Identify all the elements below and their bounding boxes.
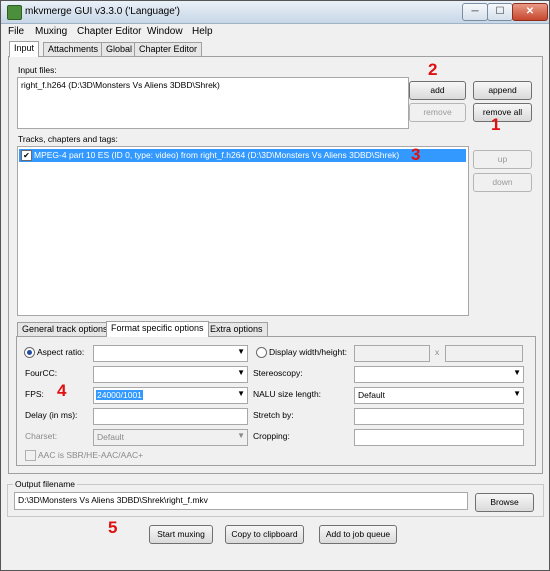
window-title: mkvmerge GUI v3.3.0 ('Language') [25,6,180,17]
remove-all-button[interactable]: remove all [473,103,532,122]
track-item-label: MPEG-4 part 10 ES (ID 0, type: video) fr… [34,150,400,160]
input-files-list[interactable]: right_f.h264 (D:\3D\Monsters Vs Aliens 3… [17,77,409,129]
down-button[interactable]: down [473,173,532,192]
menu-bar: File Muxing Chapter Editor Window Help [1,24,549,39]
append-button[interactable]: append [473,81,532,100]
minimize-button[interactable]: ─ [462,3,488,21]
display-x-separator: x [435,347,440,357]
fps-value: 24000/1001 [96,390,143,400]
tab-global[interactable]: Global [101,42,138,56]
maximize-button[interactable]: ☐ [487,3,513,21]
fourcc-label: FourCC: [25,368,58,378]
tab-extra-options[interactable]: Extra options [205,322,268,336]
fps-combo[interactable]: 24000/1001 ▼ [93,387,248,404]
tracks-label: Tracks, chapters and tags: [18,134,118,144]
fps-label: FPS: [25,389,44,399]
menu-chapter-editor[interactable]: Chapter Editor [77,26,141,37]
dropdown-icon: ▼ [237,347,245,356]
input-tab-panel: Input files: right_f.h264 (D:\3D\Monster… [8,56,543,474]
add-button[interactable]: add [409,81,466,100]
menu-muxing[interactable]: Muxing [35,26,67,37]
charset-value: Default [97,432,124,442]
display-wh-label: Display width/height: [269,347,347,357]
stereoscopy-combo[interactable]: ▼ [354,366,524,383]
aac-sbr-checkbox[interactable] [25,450,36,461]
output-filename-label: Output filename [13,479,78,489]
display-width-field[interactable] [354,345,430,362]
close-button[interactable]: ✕ [512,3,548,21]
input-file-item[interactable]: right_f.h264 (D:\3D\Monsters Vs Aliens 3… [21,80,220,90]
annotation-4: 4 [57,381,67,400]
tab-general-track-options[interactable]: General track options [17,322,113,336]
cropping-label: Cropping: [253,431,290,441]
up-button[interactable]: up [473,150,532,169]
nalu-size-combo[interactable]: Default ▼ [354,387,524,404]
output-filename-field[interactable]: D:\3D\Monsters Vs Aliens 3DBD\Shrek\righ… [14,492,468,510]
display-height-field[interactable] [445,345,523,362]
delay-field[interactable] [93,408,248,425]
tracks-list[interactable]: ✔ MPEG-4 part 10 ES (ID 0, type: video) … [17,146,469,316]
dropdown-icon: ▼ [237,389,245,398]
tab-chapter-editor[interactable]: Chapter Editor [134,42,203,56]
fourcc-combo[interactable]: ▼ [93,366,248,383]
dropdown-icon: ▼ [513,368,521,377]
annotation-2: 2 [428,60,438,79]
browse-button[interactable]: Browse [475,493,534,512]
tab-attachments[interactable]: Attachments [43,42,104,56]
delay-label: Delay (in ms): [25,410,78,420]
output-filename-value: D:\3D\Monsters Vs Aliens 3DBD\Shrek\righ… [18,495,208,505]
format-options-panel: Aspect ratio: ▼ Display width/height: x … [16,336,536,466]
app-icon [7,5,22,20]
dropdown-icon: ▼ [513,389,521,398]
annotation-3: 3 [411,145,421,164]
menu-help[interactable]: Help [192,26,213,37]
annotation-1: 1 [491,115,501,134]
charset-combo[interactable]: Default ▼ [93,429,248,446]
copy-to-clipboard-button[interactable]: Copy to clipboard [225,525,304,544]
input-files-label: Input files: [18,65,57,75]
stretch-field[interactable] [354,408,524,425]
menu-window[interactable]: Window [147,26,183,37]
aspect-ratio-label: Aspect ratio: [37,347,85,357]
track-checkbox[interactable]: ✔ [21,150,32,161]
title-bar: mkvmerge GUI v3.3.0 ('Language') ─ ☐ ✕ [1,1,549,24]
nalu-size-label: NALU size length: [253,389,322,399]
add-to-job-queue-button[interactable]: Add to job queue [319,525,397,544]
dropdown-icon: ▼ [237,431,245,440]
annotation-5: 5 [108,518,118,537]
stereoscopy-label: Stereoscopy: [253,368,303,378]
tab-format-specific-options[interactable]: Format specific options [106,321,209,337]
aspect-ratio-radio[interactable] [24,347,35,358]
tab-input[interactable]: Input [9,41,40,57]
menu-file[interactable]: File [8,26,24,37]
aac-sbr-label: AAC is SBR/HE-AAC/AAC+ [38,450,144,460]
remove-button[interactable]: remove [409,103,466,122]
display-wh-radio[interactable] [256,347,267,358]
nalu-size-value: Default [358,390,385,400]
main-window: mkvmerge GUI v3.3.0 ('Language') ─ ☐ ✕ F… [0,0,550,571]
charset-label: Charset: [25,431,58,441]
aspect-ratio-combo[interactable]: ▼ [93,345,248,362]
dropdown-icon: ▼ [237,368,245,377]
stretch-label: Stretch by: [253,410,294,420]
start-muxing-button[interactable]: Start muxing [149,525,213,544]
cropping-field[interactable] [354,429,524,446]
